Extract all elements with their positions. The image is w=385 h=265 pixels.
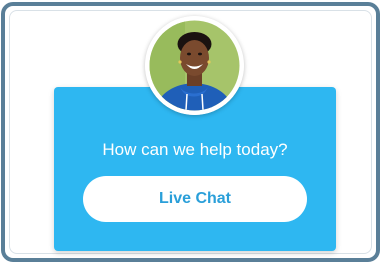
help-prompt: How can we help today?: [102, 140, 288, 159]
agent-avatar-icon: [145, 16, 244, 115]
live-chat-button[interactable]: Live Chat: [83, 176, 307, 222]
